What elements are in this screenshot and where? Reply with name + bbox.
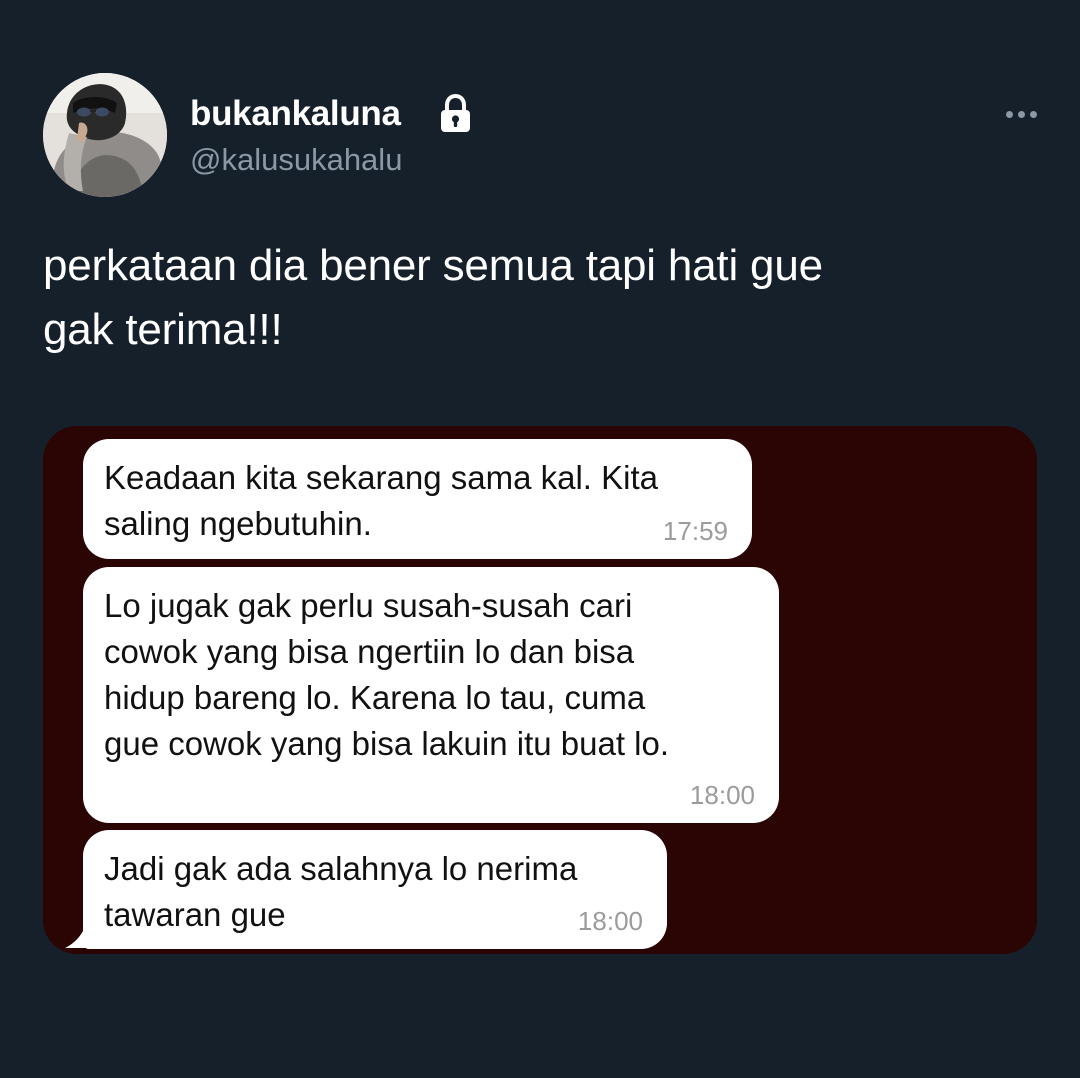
message-time: 18:00	[689, 780, 755, 810]
more-dot	[1029, 110, 1037, 118]
message-text: Keadaan kita sekarang sama kal. Kita sal…	[104, 459, 658, 542]
lock-icon	[441, 93, 470, 132]
tweet-text: perkataan dia bener semua tapi hati gue …	[43, 241, 823, 354]
more-horizontal-icon[interactable]	[998, 102, 1044, 126]
tweet-media-image[interactable]: Keadaan kita sekarang sama kal. Kita sal…	[43, 426, 1037, 954]
display-name[interactable]: bukankaluna	[190, 94, 401, 134]
more-dot	[1017, 110, 1025, 118]
profile-photo	[43, 73, 167, 197]
chat-bubble: Lo jugak gak perlu susah-susah cari cowo…	[83, 567, 779, 823]
chat-bubble: Jadi gak ada salahnya lo nerima tawaran …	[83, 830, 667, 949]
message-time: 17:59	[662, 516, 728, 546]
chat-bubble: Keadaan kita sekarang sama kal. Kita sal…	[83, 439, 752, 559]
more-dot	[1005, 110, 1013, 118]
user-handle[interactable]: @kalusukahalu	[190, 141, 402, 179]
message-text: Jadi gak ada salahnya lo nerima tawaran …	[104, 850, 578, 933]
message-time: 18:00	[577, 906, 643, 936]
avatar[interactable]	[43, 73, 167, 197]
message-text: Lo jugak gak perlu susah-susah cari cowo…	[104, 587, 670, 762]
